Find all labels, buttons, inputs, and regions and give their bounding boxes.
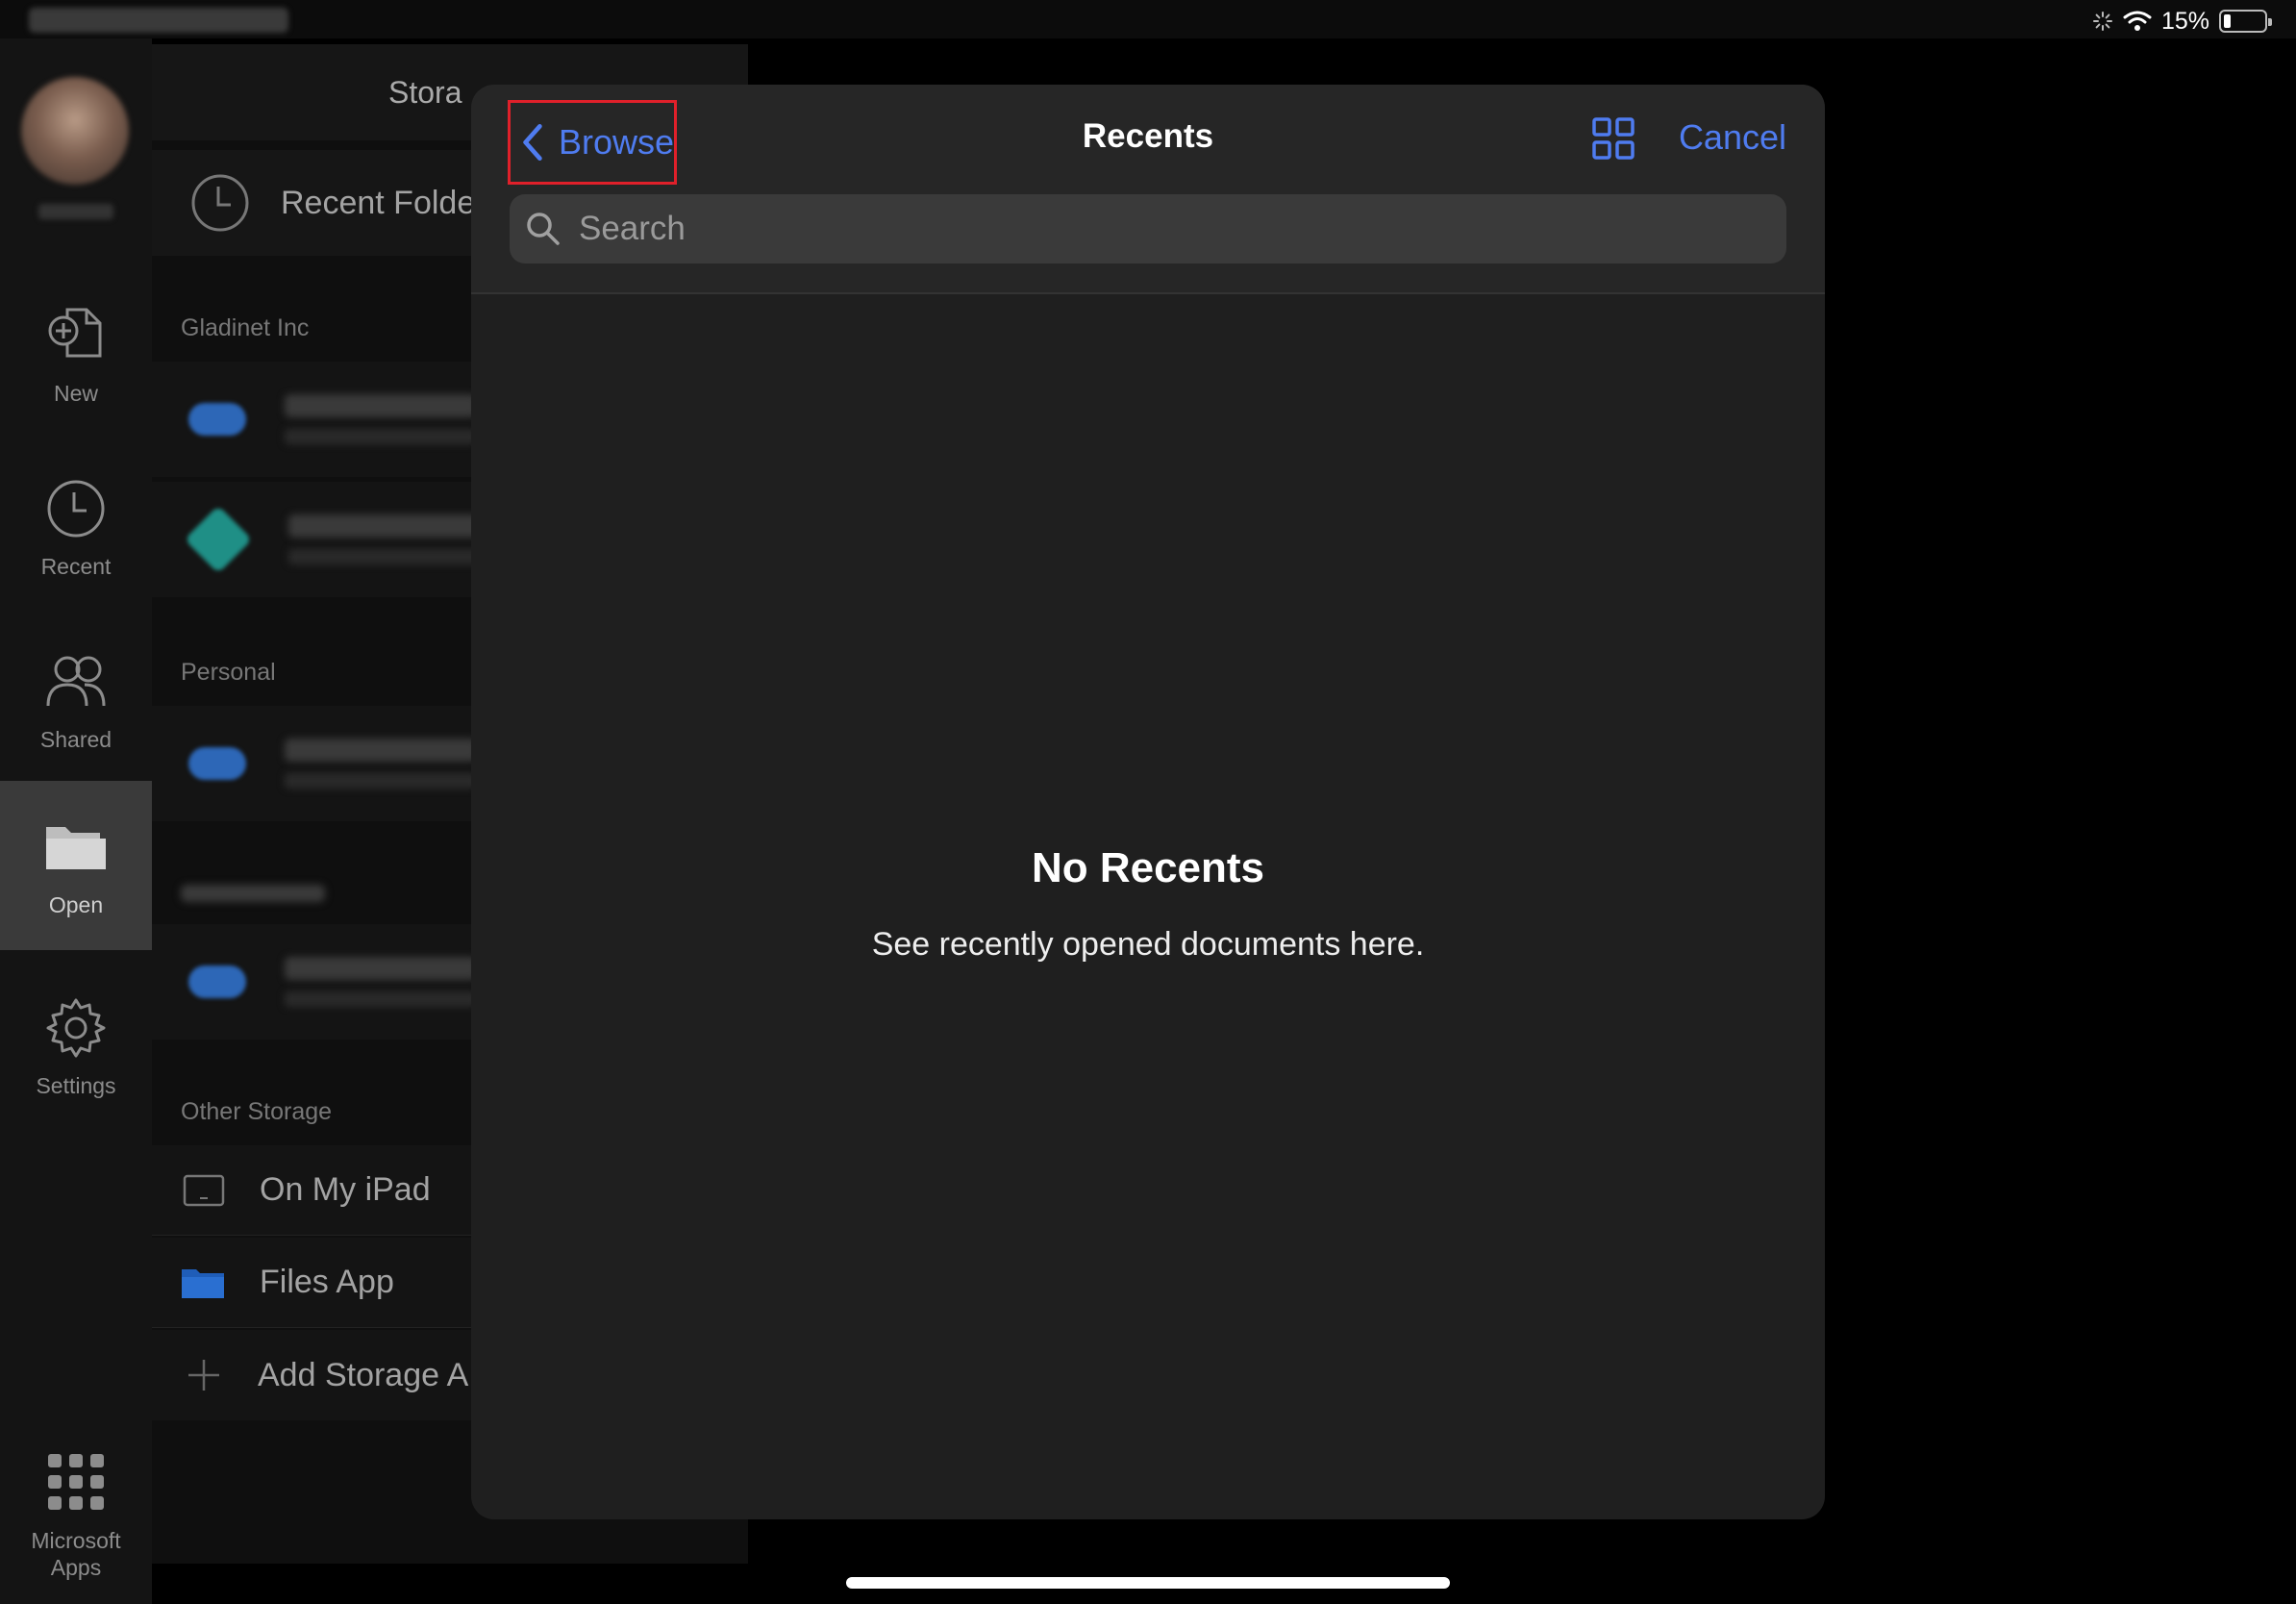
search-input[interactable] [579, 210, 1733, 248]
status-time-blurred [29, 8, 288, 33]
clock-icon [47, 480, 105, 537]
grid-view-icon[interactable] [1592, 117, 1635, 160]
rail-item-settings[interactable]: Settings [0, 962, 152, 1131]
rail-label-shared: Shared [39, 726, 112, 752]
onedrive-cloud-icon [188, 747, 246, 780]
battery-icon [2219, 10, 2272, 33]
rail-label-new: New [53, 380, 98, 406]
rail-label-settings: Settings [36, 1072, 116, 1098]
folder-icon [46, 826, 106, 869]
add-storage-label: Add Storage A [258, 1356, 469, 1393]
empty-state-title: No Recents [1031, 844, 1265, 891]
onedrive-cloud-icon [188, 403, 246, 436]
avatar-name-blurred [38, 204, 113, 219]
rail-item-open[interactable]: Open [0, 781, 152, 950]
cancel-button[interactable]: Cancel [1679, 117, 1786, 158]
home-indicator[interactable] [846, 1577, 1450, 1589]
empty-state-subtitle: See recently opened documents here. [871, 926, 1425, 963]
rail-item-microsoft-apps[interactable]: Microsoft Apps [0, 1423, 152, 1604]
recents-modal: Browse Recents Cancel No Recents See rec… [471, 85, 1825, 1519]
on-my-ipad-label: On My iPad [260, 1171, 431, 1208]
wifi-icon [2123, 11, 2152, 31]
ipad-icon [183, 1174, 225, 1206]
plus-icon [188, 1360, 219, 1391]
rail-item-recent[interactable]: Recent [0, 442, 152, 612]
avatar[interactable] [21, 77, 129, 185]
rail-item-shared[interactable]: Shared [0, 615, 152, 785]
modal-header: Browse Recents Cancel [471, 85, 1825, 294]
status-bar: 15% [0, 0, 2296, 38]
activity-spinner-icon [2092, 12, 2112, 31]
left-rail: New Recent Shared Open Settings Microsof… [0, 38, 152, 1604]
folder-icon [182, 1268, 224, 1298]
status-right: 15% [2092, 7, 2272, 35]
recent-folders-label: Recent Folde [281, 184, 476, 221]
battery-percent: 15% [2160, 7, 2209, 35]
app-launcher-icon [48, 1454, 104, 1510]
rail-label-recent: Recent [40, 553, 112, 579]
search-bar[interactable] [510, 194, 1786, 263]
search-icon [527, 213, 560, 245]
rail-label-microsoft-apps: Microsoft Apps [31, 1528, 121, 1580]
files-app-label: Files App [260, 1264, 394, 1300]
clock-icon [191, 174, 249, 232]
onedrive-cloud-icon [188, 965, 246, 998]
people-icon [46, 656, 106, 706]
gear-icon [46, 998, 106, 1057]
new-document-icon [48, 308, 102, 357]
rail-item-new[interactable]: New [0, 269, 152, 439]
sharepoint-icon [184, 505, 253, 574]
rail-label-open: Open [48, 891, 104, 917]
